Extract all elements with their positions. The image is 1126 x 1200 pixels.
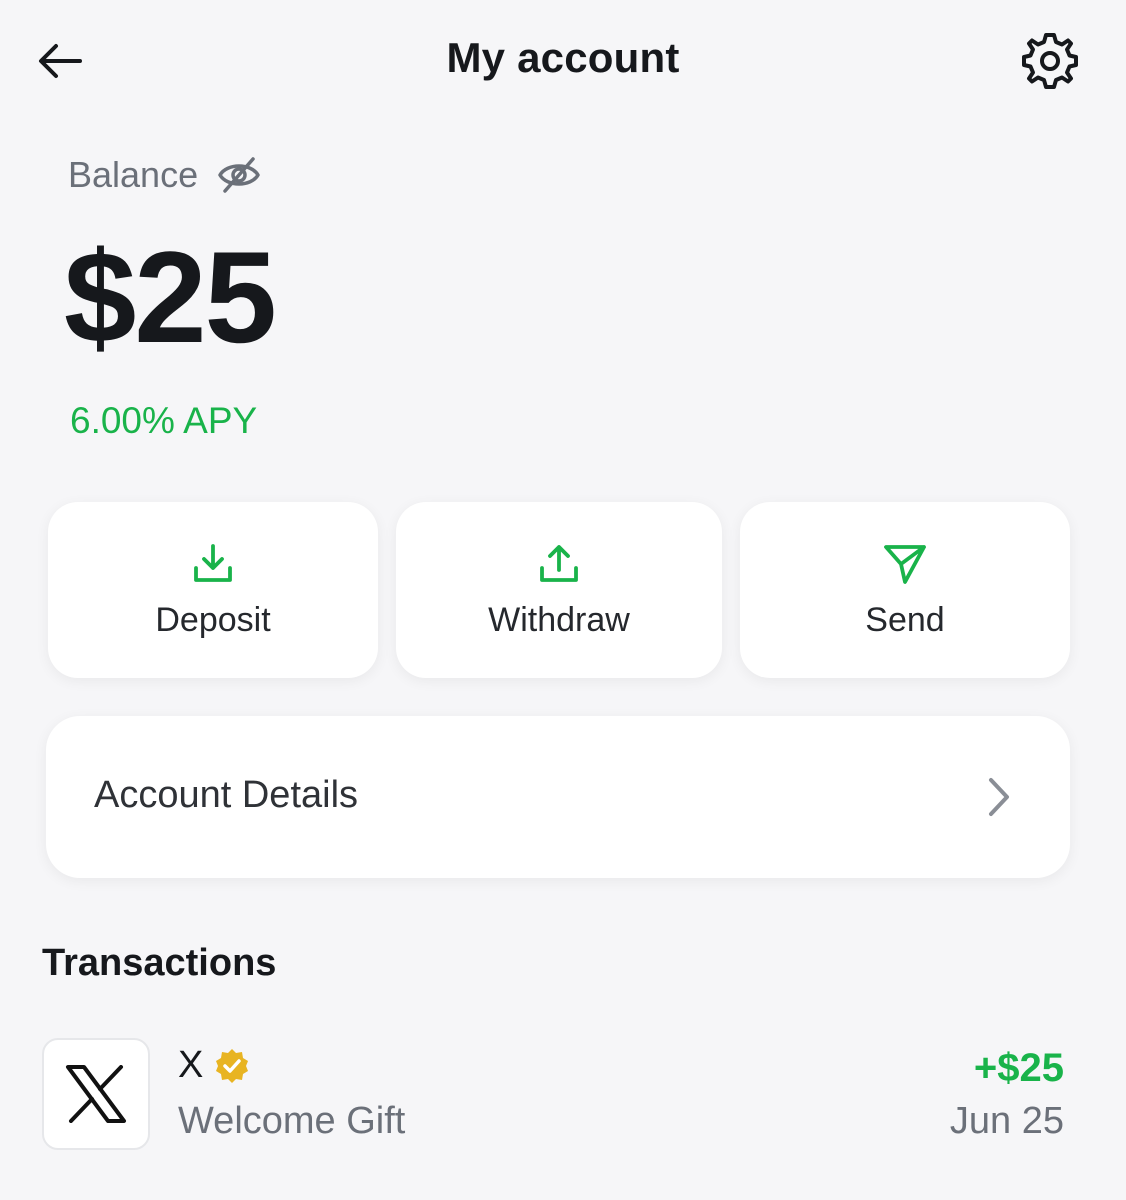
transaction-amount: +$25 (973, 1046, 1064, 1090)
withdraw-button[interactable]: Withdraw (396, 502, 722, 678)
page-title: My account (446, 34, 680, 81)
transaction-row[interactable]: X Welcome Gift +$25 Jun 25 (42, 1038, 1066, 1154)
hide-balance-toggle[interactable] (216, 152, 262, 198)
send-label: Send (865, 600, 945, 639)
send-button[interactable]: Send (740, 502, 1070, 678)
transaction-name: X (178, 1044, 204, 1086)
action-buttons: Deposit Withdraw Send (48, 502, 1070, 678)
transactions-heading: Transactions (42, 942, 277, 984)
transaction-name-row: X (178, 1044, 251, 1087)
deposit-button[interactable]: Deposit (48, 502, 378, 678)
account-details-label: Account Details (94, 774, 359, 816)
eye-off-icon (218, 157, 260, 193)
withdraw-label: Withdraw (488, 600, 630, 639)
gear-icon (1022, 33, 1078, 89)
x-logo-icon (42, 1038, 150, 1150)
deposit-label: Deposit (155, 600, 271, 639)
my-account-screen: My account Balance $25 6.00% APY Deposit… (0, 0, 1126, 1200)
transaction-description: Welcome Gift (178, 1100, 406, 1142)
send-icon (882, 541, 928, 587)
balance-label: Balance (68, 154, 199, 195)
chevron-right-icon (984, 774, 1014, 820)
settings-button[interactable] (1018, 30, 1082, 92)
apy-rate: 6.00% APY (70, 400, 258, 441)
balance-row: Balance (68, 152, 262, 198)
transaction-date: Jun 25 (949, 1100, 1064, 1142)
balance-amount: $25 (64, 224, 277, 370)
deposit-icon (190, 541, 236, 587)
withdraw-icon (536, 541, 582, 587)
verified-badge-icon (213, 1047, 251, 1085)
account-details-row[interactable]: Account Details (46, 716, 1070, 878)
